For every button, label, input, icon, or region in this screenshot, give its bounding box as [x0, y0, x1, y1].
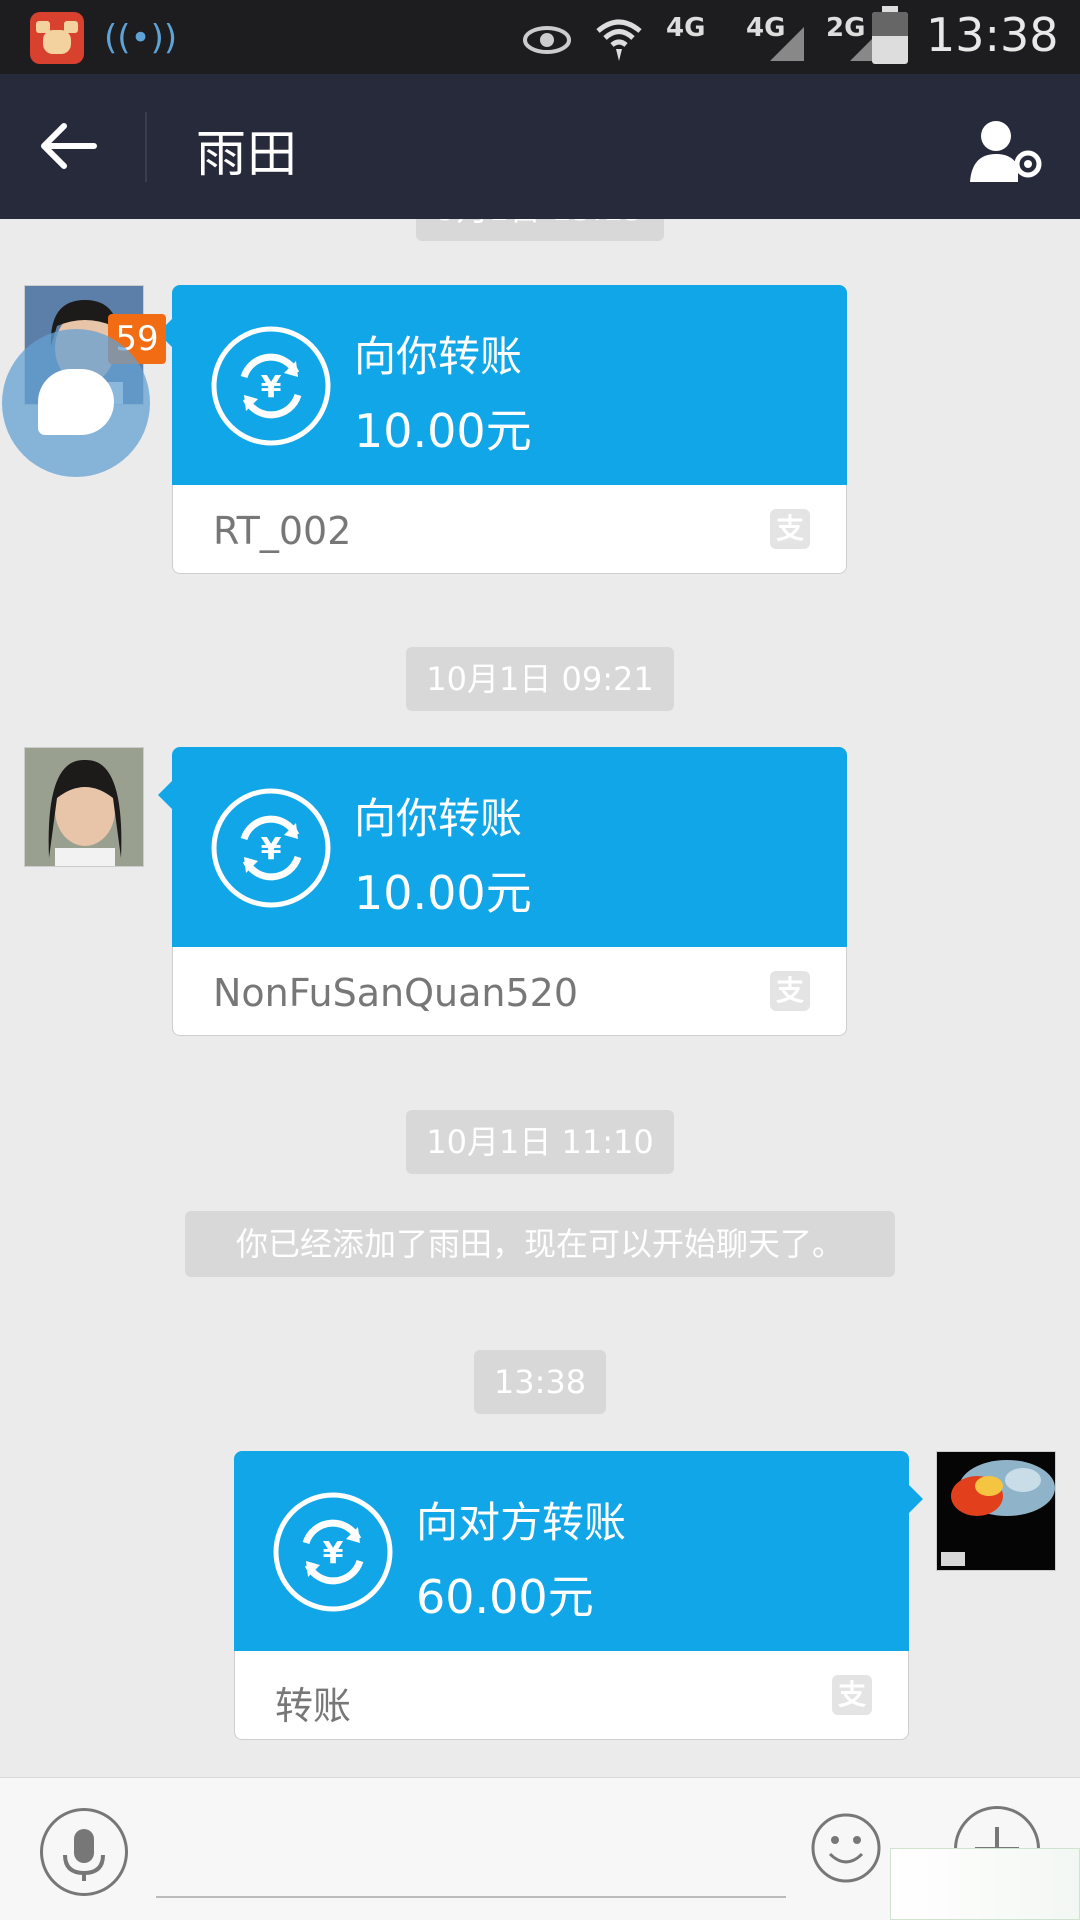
alipay-logo-icon: 支	[770, 509, 810, 549]
transfer-amount: 10.00元	[354, 404, 532, 458]
svg-text:¥: ¥	[261, 832, 282, 867]
title-divider	[145, 112, 147, 182]
back-button[interactable]	[36, 116, 106, 176]
transfer-card[interactable]: ¥ 向你转账 10.00元 RT_002 支	[158, 285, 847, 574]
svg-text:¥: ¥	[261, 370, 282, 405]
voice-button[interactable]	[40, 1808, 128, 1896]
floating-assistant-bubble[interactable]	[2, 329, 150, 477]
title-bar: 雨田	[0, 74, 1080, 219]
smiley-icon	[811, 1813, 881, 1883]
message-input[interactable]	[156, 1802, 786, 1898]
app-notification-icon	[30, 12, 84, 64]
time-divider: 9月1日 15:15	[416, 219, 664, 241]
system-notice: 你已经添加了雨田，现在可以开始聊天了。	[185, 1211, 895, 1277]
transfer-note: NonFuSanQuan520	[213, 971, 579, 1015]
eye-icon	[523, 26, 571, 54]
time-divider: 13:38	[474, 1350, 606, 1414]
site-watermark	[890, 1848, 1080, 1920]
transfer-note: 转账	[275, 1684, 352, 1728]
time-divider: 10月1日 09:21	[406, 647, 674, 711]
status-bar: ((•)) 4G 4G 2G 13:38	[0, 0, 1080, 74]
yuan-transfer-icon: ¥	[211, 788, 331, 908]
user-settings-icon	[970, 121, 1042, 182]
my-avatar[interactable]	[936, 1451, 1056, 1571]
clock: 13:38	[926, 8, 1059, 62]
profile-settings-button[interactable]	[968, 116, 1048, 186]
transfer-amount: 60.00元	[416, 1570, 594, 1624]
microphone-icon	[63, 1829, 105, 1881]
transfer-label: 向你转账	[354, 332, 523, 381]
transfer-label: 向对方转账	[416, 1498, 627, 1547]
chat-title: 雨田	[196, 125, 298, 183]
contact-avatar[interactable]	[24, 747, 144, 867]
yuan-transfer-icon: ¥	[273, 1492, 393, 1612]
chat-area[interactable]: 9月1日 15:15 ¥ 向你转账 10.00元 RT_002 支 59 10月…	[0, 219, 1080, 1777]
arrow-left-icon	[41, 123, 97, 169]
transfer-amount: 10.00元	[354, 866, 532, 920]
signal-4g-2-icon: 4G	[746, 13, 804, 63]
transfer-card[interactable]: ¥ 向你转账 10.00元 NonFuSanQuan520 支	[158, 747, 847, 1036]
wifi-icon	[596, 19, 642, 61]
time-divider: 10月1日 11:10	[406, 1110, 674, 1174]
transfer-card[interactable]: ¥ 向对方转账 60.00元 转账 支	[234, 1451, 923, 1740]
emoji-button[interactable]	[810, 1812, 882, 1884]
transfer-label: 向你转账	[354, 794, 523, 843]
battery-icon	[872, 6, 908, 64]
hotspot-icon: ((•))	[104, 18, 178, 58]
alipay-logo-icon: 支	[770, 971, 810, 1011]
yuan-transfer-icon: ¥	[211, 326, 331, 446]
status-icons: 4G 4G 2G	[522, 10, 884, 66]
alipay-logo-icon: 支	[832, 1675, 872, 1715]
transfer-note: RT_002	[213, 509, 352, 553]
signal-4g-icon: 4G	[666, 13, 706, 43]
svg-text:¥: ¥	[323, 1536, 344, 1571]
